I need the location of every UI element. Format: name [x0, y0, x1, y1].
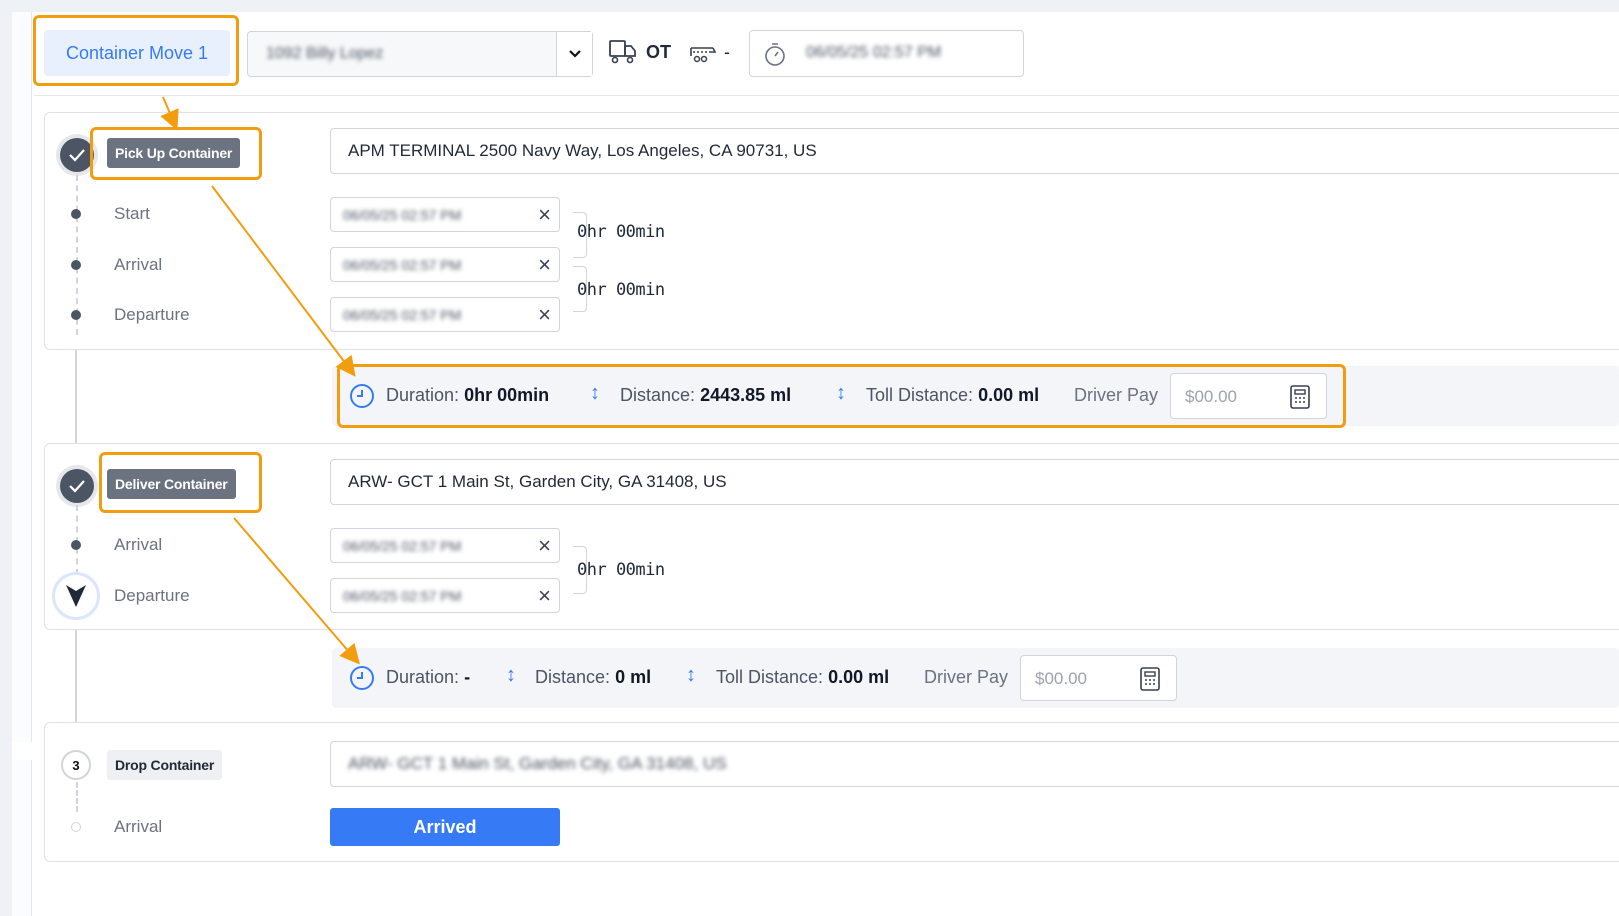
arrow-pickup-to-summary	[211, 185, 356, 377]
arrow-deliver-to-summary	[233, 517, 360, 665]
annotation-arrows	[160, 96, 360, 665]
arrow-tab-to-pickup	[160, 96, 179, 131]
